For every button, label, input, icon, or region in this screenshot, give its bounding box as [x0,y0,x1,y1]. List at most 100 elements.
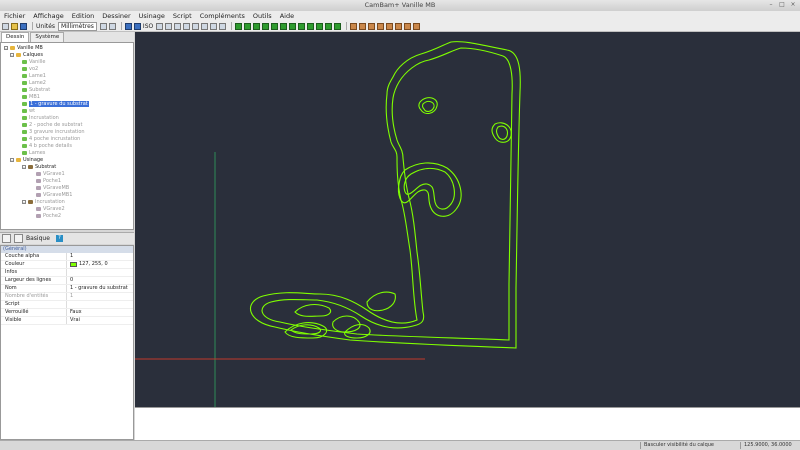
machining-gcode-icon[interactable] [413,22,421,30]
view-icon-5[interactable] [192,22,200,30]
property-row[interactable]: Verrouillé Faux [1,309,133,317]
property-value[interactable]: 1 - gravure du substrat [67,285,128,292]
iso-view-button[interactable]: ISO [143,23,153,30]
view-icon-4[interactable] [183,22,191,30]
property-row[interactable]: Nombre d'entités 1 [1,293,133,301]
menu-complements[interactable]: Compléments [200,12,245,20]
property-row[interactable]: Largeur des lignes 0 [1,277,133,285]
property-value[interactable]: 0 [67,277,73,284]
tree-layer[interactable]: Vanille [22,59,46,65]
machining-drill-icon[interactable] [368,22,376,30]
property-row[interactable]: Couleur 127, 255, 0 [1,261,133,269]
machining-3d-icon[interactable] [386,22,394,30]
collapse-icon[interactable]: - [10,158,14,163]
draw-polyline-icon[interactable] [280,22,288,30]
drawing-canvas[interactable] [135,32,800,407]
tree-op[interactable]: VGraveMB1 [36,192,72,198]
tree-usinage[interactable]: - Usinage [10,157,43,163]
view-top-icon[interactable] [124,22,132,30]
machining-pocket-icon[interactable] [359,22,367,30]
tree-layer[interactable]: 4 poche incrustation [22,136,80,142]
collapse-icon[interactable]: - [4,46,8,51]
tree-op[interactable]: Poche1 [36,178,61,184]
machining-vcarve-icon[interactable] [404,22,412,30]
tree-op[interactable]: VGrave2 [36,206,65,212]
view-icon-7[interactable] [210,22,218,30]
property-row[interactable]: Infos [1,269,133,277]
tree-layer-selected[interactable]: 1 - gravure du substrat [22,101,89,107]
minimize-button[interactable]: – [767,1,775,9]
tree-layer[interactable]: 2 - poche de substrat [22,122,82,128]
draw-spline-icon[interactable] [289,22,297,30]
units-select[interactable]: Millimètres [58,21,97,31]
message-panel[interactable] [135,407,800,441]
tree-layer[interactable]: 4 b poche details [22,143,72,149]
draw-surface-icon[interactable] [325,22,333,30]
property-row[interactable]: Script [1,301,133,309]
tree-layer[interactable]: Lames [22,150,45,156]
tab-dessin[interactable]: Dessin [1,32,30,42]
property-row[interactable]: Couche alpha 1 [1,253,133,261]
property-value[interactable]: 1 [67,253,73,260]
undo-icon[interactable] [99,22,107,30]
save-icon[interactable] [20,22,27,30]
draw-extra-icon[interactable] [334,22,342,30]
basic-mode-button[interactable]: Basique [26,235,50,242]
draw-arc-icon[interactable] [253,22,261,30]
collapse-icon[interactable]: - [22,200,26,205]
draw-region-icon[interactable] [316,22,324,30]
tree-layer[interactable]: MB1 [22,94,40,100]
tree-layer[interactable]: Lame1 [22,73,46,79]
view-icon-3[interactable] [174,22,182,30]
tree-layer[interactable]: Substrat [22,87,50,93]
help-icon[interactable]: ? [55,235,63,242]
property-value[interactable]: Vrai [67,317,80,324]
collapse-icon[interactable]: - [10,53,14,58]
machining-engrave-icon[interactable] [377,22,385,30]
menu-edition[interactable]: Edition [72,12,95,20]
tree-layer[interactable]: Lame2 [22,80,46,86]
machining-profile-icon[interactable] [350,22,358,30]
property-value-color[interactable]: 127, 255, 0 [67,261,108,268]
tree-calques[interactable]: - Calques [10,52,43,58]
machining-lathe-icon[interactable] [395,22,403,30]
menu-dessiner[interactable]: Dessiner [102,12,130,20]
maximize-button[interactable]: □ [778,1,786,9]
draw-circle-icon[interactable] [262,22,270,30]
tree-layer[interactable]: wt [22,108,35,114]
new-file-icon[interactable] [2,22,9,30]
tree-incrustation-group[interactable]: - Incrustation [22,199,65,205]
redo-icon[interactable] [108,22,116,30]
close-button[interactable]: × [789,1,797,9]
tree-op[interactable]: VGraveMB [36,185,69,191]
tab-systeme[interactable]: Système [30,32,65,42]
view-icon-2[interactable] [165,22,173,30]
collapse-icon[interactable]: - [22,165,26,170]
categorized-icon[interactable] [2,234,11,243]
alphabetical-icon[interactable] [14,234,23,243]
zoom-icon[interactable] [219,22,227,30]
view-front-icon[interactable] [133,22,141,30]
tree-op[interactable]: Poche2 [36,213,61,219]
menu-outils[interactable]: Outils [253,12,272,20]
draw-line-icon[interactable] [244,22,252,30]
open-folder-icon[interactable] [11,22,18,30]
draw-rect-icon[interactable] [271,22,279,30]
tree-root[interactable]: - Vanille MB [4,45,43,51]
tree-layer[interactable]: 3 gravure incrustation [22,129,85,135]
menu-fichier[interactable]: Fichier [4,12,25,20]
property-value[interactable] [67,301,70,308]
menu-script[interactable]: Script [173,12,192,20]
property-value[interactable] [67,269,70,276]
tree-layer[interactable]: vo2 [22,66,38,72]
property-value[interactable]: Faux [67,309,82,316]
tree-layer[interactable]: Incrustation [22,115,59,121]
draw-point-icon[interactable] [235,22,243,30]
menu-affichage[interactable]: Affichage [33,12,64,20]
menu-aide[interactable]: Aide [280,12,294,20]
property-row[interactable]: Nom 1 - gravure du substrat [1,285,133,293]
menu-usinage[interactable]: Usinage [139,12,165,20]
tree-substrat-group[interactable]: - Substrat [22,164,56,170]
draw-text-icon[interactable] [307,22,315,30]
view-icon-1[interactable] [156,22,164,30]
